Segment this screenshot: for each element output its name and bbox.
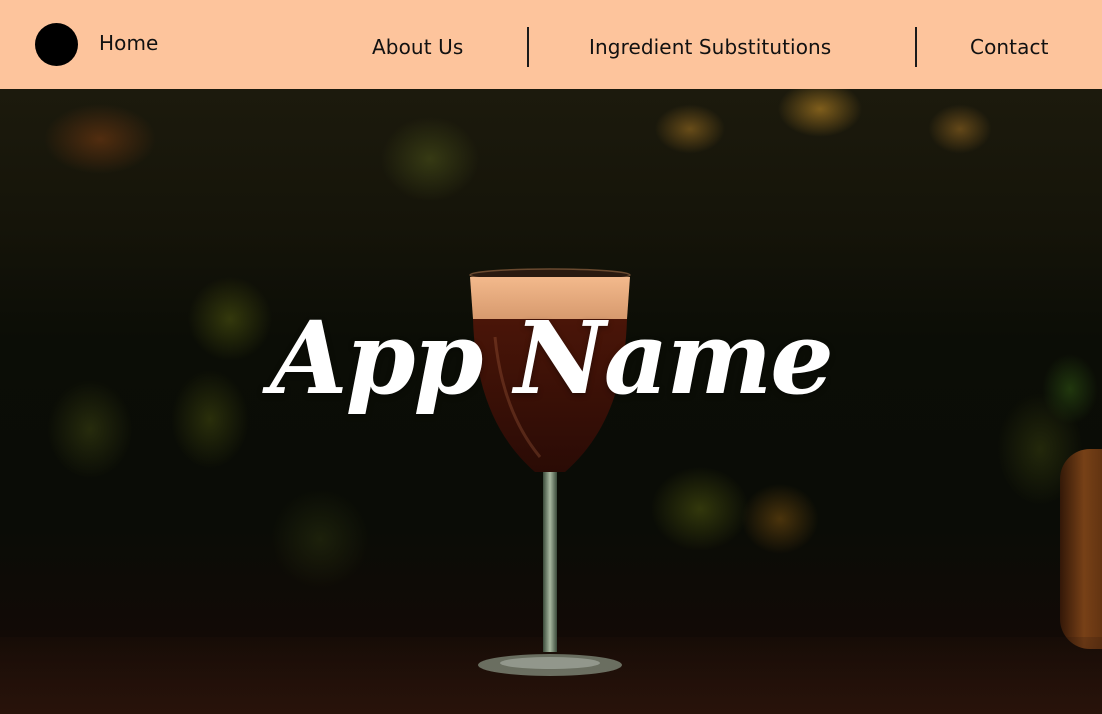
nav-divider <box>527 27 529 67</box>
landing-page: Home About Us Ingredient Substitutions C… <box>0 0 1102 714</box>
nav-ingredient-substitutions-link[interactable]: Ingredient Substitutions <box>589 35 831 59</box>
hero-section: App Name <box>0 89 1102 714</box>
nav-divider <box>915 27 917 67</box>
app-name-title: App Name <box>270 299 834 417</box>
top-navbar: Home About Us Ingredient Substitutions C… <box>0 0 1102 89</box>
background-vase <box>1060 449 1102 649</box>
nav-contact-link[interactable]: Contact <box>970 35 1049 59</box>
nav-about-us-link[interactable]: About Us <box>372 35 463 59</box>
logo-circle-icon[interactable] <box>35 23 78 66</box>
nav-home-link[interactable]: Home <box>99 31 158 55</box>
